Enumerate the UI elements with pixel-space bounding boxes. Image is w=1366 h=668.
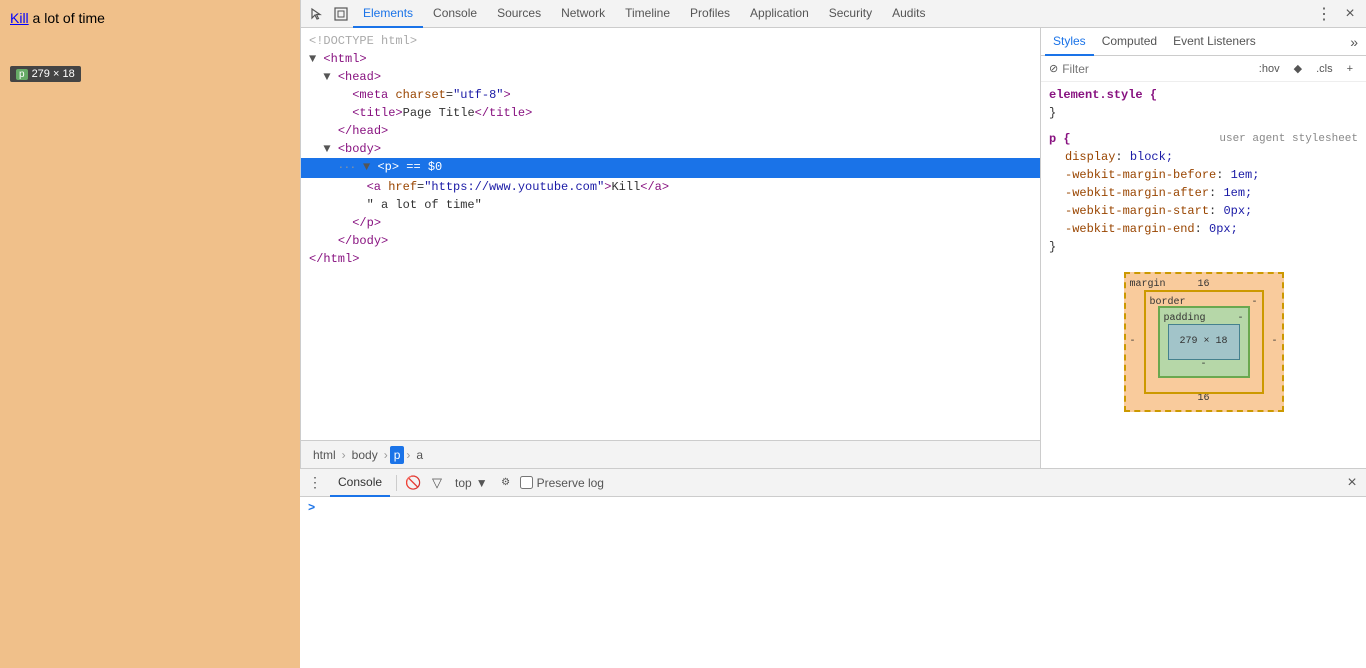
tab-profiles[interactable]: Profiles [680,0,740,28]
text-node[interactable]: " a lot of time" [301,196,1040,214]
p-rule-header: p { user agent stylesheet [1049,130,1358,148]
elements-content[interactable]: <!DOCTYPE html> ▼ <html> ▼ <head> <meta … [301,28,1040,440]
elements-tree-area: <!DOCTYPE html> ▼ <html> ▼ <head> <meta … [301,28,1040,440]
title-tag[interactable]: <title>Page Title</title> [301,104,1040,122]
styles-tab-more[interactable]: » [1346,34,1362,50]
margin-right-val: - [1271,333,1277,351]
styles-filter: ⊘ :hov ◆ .cls + [1041,56,1366,82]
content-size: 279 × 18 [1179,333,1227,351]
add-style-button[interactable]: + [1342,61,1358,77]
breadcrumb-body[interactable]: body [348,446,382,464]
meta-tag[interactable]: <meta charset="utf-8"> [301,86,1040,104]
p-rule-close: } [1049,238,1358,256]
tooltip-size: 279 × 18 [32,68,75,80]
console-toolbar: ⋮ Console 🚫 ▽ top ▼ ⚙ Preserve log × [300,469,1366,497]
tab-security[interactable]: Security [819,0,882,28]
console-separator-1 [396,475,397,491]
console-top-label: top [455,476,472,490]
html-close[interactable]: </html> [301,250,1040,268]
page-link[interactable]: Kill [10,10,29,26]
body-close[interactable]: </body> [301,232,1040,250]
console-settings-icon[interactable]: ⚙ [496,473,516,493]
element-tooltip: p 279 × 18 [10,66,81,82]
toolbar-right: ⋮ × [1312,2,1362,26]
p-close[interactable]: </p> [301,214,1040,232]
element-style-selector: element.style { [1049,86,1358,104]
diamond-button[interactable]: ◆ [1289,60,1307,77]
filter-icon: ⊘ [1049,62,1058,75]
prop-display: display: block; [1049,148,1358,166]
breadcrumb: html › body › p › a [301,440,1040,468]
cls-button[interactable]: .cls [1311,61,1338,77]
preserve-log-text: Preserve log [537,476,604,490]
styles-tab-styles[interactable]: Styles [1045,28,1094,56]
styles-tab-computed[interactable]: Computed [1094,28,1165,56]
page-content: Kill a lot of time [10,10,290,26]
box-model-diagram: margin 16 16 - - border - paddi [1124,272,1284,412]
prop-margin-before: -webkit-margin-before: 1em; [1049,166,1358,184]
p-rule: p { user agent stylesheet display: block… [1049,130,1358,256]
console-top-filter[interactable]: top ▼ [451,474,492,492]
prop-margin-start: -webkit-margin-start: 0px; [1049,202,1358,220]
console-content[interactable]: > [300,497,1366,668]
p-tag-selected[interactable]: ··· ▼ <p> == $0 [301,158,1040,178]
breadcrumb-p[interactable]: p [390,446,405,464]
console-clear-button[interactable]: 🚫 [403,473,423,493]
body-tag[interactable]: ▼ <body> [301,140,1040,158]
padding-bottom-val: - [1200,356,1206,374]
head-tag[interactable]: ▼ <head> [301,68,1040,86]
margin-left-val: - [1130,333,1136,351]
tab-application[interactable]: Application [740,0,819,28]
styles-panel: Styles Computed Event Listeners » ⊘ :hov… [1041,28,1366,468]
styles-filter-input[interactable] [1062,62,1254,76]
more-options-button[interactable]: ⋮ [1312,2,1336,26]
hov-button[interactable]: :hov [1254,61,1285,77]
close-devtools-button[interactable]: × [1338,2,1362,26]
devtools-toolbar: Elements Console Sources Network Timelin… [301,0,1366,28]
browser-page: Kill a lot of time p 279 × 18 [0,0,300,668]
inspect-box-icon[interactable] [329,2,353,26]
styles-content: element.style { } p { user agent stylesh… [1041,82,1366,468]
devtools-tabs: Elements Console Sources Network Timelin… [353,0,1312,28]
console-caret: > [308,501,315,515]
preserve-log-checkbox[interactable] [520,476,533,489]
tab-timeline[interactable]: Timeline [615,0,680,28]
styles-filter-right: :hov ◆ .cls + [1254,60,1358,77]
console-close-button[interactable]: × [1342,473,1362,493]
tab-network[interactable]: Network [551,0,615,28]
tab-console[interactable]: Console [423,0,487,28]
page-text: a lot of time [29,10,105,26]
breadcrumb-html[interactable]: html [309,446,340,464]
devtools-body: <!DOCTYPE html> ▼ <html> ▼ <head> <meta … [301,28,1366,468]
tab-audits[interactable]: Audits [882,0,935,28]
tooltip-badge: p [16,69,28,80]
console-filter-icon[interactable]: ▽ [427,473,447,493]
console-more-button[interactable]: ⋮ [304,474,326,491]
console-top-arrow: ▼ [476,476,488,490]
preserve-log-label[interactable]: Preserve log [520,476,604,490]
head-close[interactable]: </head> [301,122,1040,140]
console-prompt: > [308,501,1358,515]
prop-margin-end: -webkit-margin-end: 0px; [1049,220,1358,238]
breadcrumb-a[interactable]: a [412,446,427,464]
box-model: margin 16 16 - - border - paddi [1049,264,1358,420]
tab-sources[interactable]: Sources [487,0,551,28]
devtools-panel: Elements Console Sources Network Timelin… [300,0,1366,468]
element-style-rule: element.style { } [1049,86,1358,122]
console-panel: ⋮ Console 🚫 ▽ top ▼ ⚙ Preserve log × > [300,468,1366,668]
html-doctype[interactable]: <!DOCTYPE html> [301,32,1040,50]
styles-tab-event-listeners[interactable]: Event Listeners [1165,28,1264,56]
element-style-close: } [1049,104,1358,122]
styles-tabs: Styles Computed Event Listeners » [1041,28,1366,56]
console-tab-button[interactable]: Console [330,469,390,497]
html-tag[interactable]: ▼ <html> [301,50,1040,68]
border-val: - [1251,294,1257,312]
a-tag[interactable]: <a href="https://www.youtube.com">Kill</… [301,178,1040,196]
prop-margin-after: -webkit-margin-after: 1em; [1049,184,1358,202]
cursor-icon[interactable] [305,2,329,26]
tab-elements[interactable]: Elements [353,0,423,28]
elements-panel: <!DOCTYPE html> ▼ <html> ▼ <head> <meta … [301,28,1041,468]
